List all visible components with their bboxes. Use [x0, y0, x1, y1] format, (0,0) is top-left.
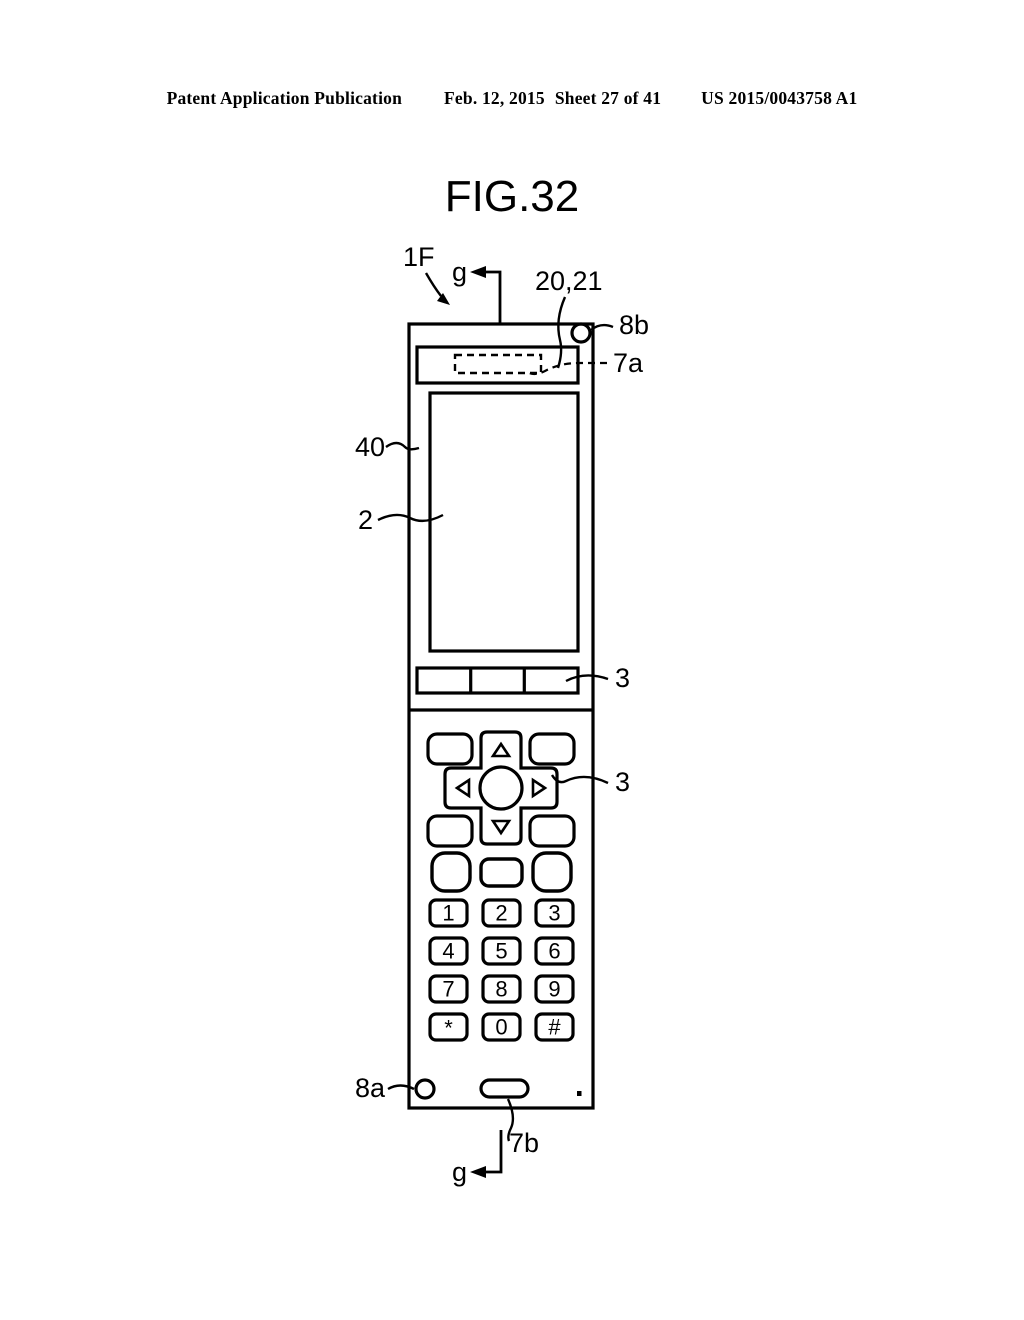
function-key-bottom-left: [426, 814, 474, 848]
keypad-key-label: 1: [442, 901, 454, 926]
label-g-bottom: g: [452, 1157, 467, 1187]
label-1F: 1F: [403, 242, 435, 272]
keypad-key-label: 9: [548, 977, 560, 1002]
label-7b: 7b: [509, 1128, 539, 1158]
function-key-bottom-right: [528, 814, 576, 848]
dpad-right-icon: [531, 777, 548, 799]
dpad-down-icon: [490, 819, 512, 836]
patent-drawing-page: Patent Application Publication Feb. 12, 2…: [0, 0, 1024, 1320]
speaker-housing: [415, 345, 580, 385]
keypad-key-label: 8: [495, 977, 507, 1002]
keypad-key-label: 4: [442, 939, 454, 964]
dpad-cross: [443, 730, 559, 846]
camera-top-8b-circle: [570, 322, 592, 344]
leader-20-21: [556, 296, 567, 369]
leader-1F: [424, 272, 442, 297]
keypad-key-label: 5: [495, 939, 507, 964]
microphone-7b-shape: [479, 1078, 530, 1099]
label-3-dpad: 3: [615, 767, 630, 797]
section-line-g-top: [483, 270, 502, 324]
keypad-key-label: 0: [495, 1015, 507, 1040]
camera-bottom-8a-circle: [414, 1078, 436, 1100]
dpad-center-button: [478, 765, 524, 811]
dpad-up-icon: [490, 741, 512, 758]
dpad-left-icon: [454, 777, 471, 799]
keypad-key-label: 2: [495, 901, 507, 926]
vibration-element-7a: [453, 353, 543, 375]
arrowhead-g-bottom: [470, 1166, 486, 1178]
label-8b: 8b: [619, 310, 649, 340]
function-key-top-left: [426, 732, 474, 766]
label-g-top: g: [452, 257, 467, 287]
end-key-right: [531, 851, 573, 893]
label-2: 2: [358, 505, 373, 535]
figure-drawing: 1 2 3 4 5 6 7 8 9 * 0 # 1F g 20,21 8b 7a…: [355, 242, 649, 1187]
call-key-left: [430, 851, 472, 893]
section-line-g-bottom: [483, 1130, 503, 1174]
label-3-softkeys: 3: [615, 663, 630, 693]
leader-3-softkeys: [565, 674, 609, 683]
leader-3-dpad: [550, 774, 609, 785]
label-8a: 8a: [355, 1073, 386, 1103]
label-20-21: 20,21: [535, 266, 603, 296]
small-dot-marker: [577, 1091, 582, 1096]
keypad-key-label: *: [444, 1016, 453, 1041]
keypad-key-label: 7: [442, 977, 454, 1002]
function-key-top-right: [528, 732, 576, 766]
leader-7a: [525, 361, 607, 376]
keypad-key-label: 6: [548, 939, 560, 964]
label-40: 40: [355, 432, 385, 462]
keypad-key-label: #: [548, 1015, 561, 1040]
center-key-middle: [479, 857, 524, 888]
soft-key-bar: [415, 666, 580, 695]
leader-40: [385, 441, 420, 451]
label-7a: 7a: [613, 348, 644, 378]
keypad-key-label: 3: [548, 901, 560, 926]
display-frame: [428, 391, 580, 653]
numeric-keypad: 1 2 3 4 5 6 7 8 9 * 0 #: [428, 898, 575, 1042]
arrowhead-g-top: [470, 266, 486, 278]
